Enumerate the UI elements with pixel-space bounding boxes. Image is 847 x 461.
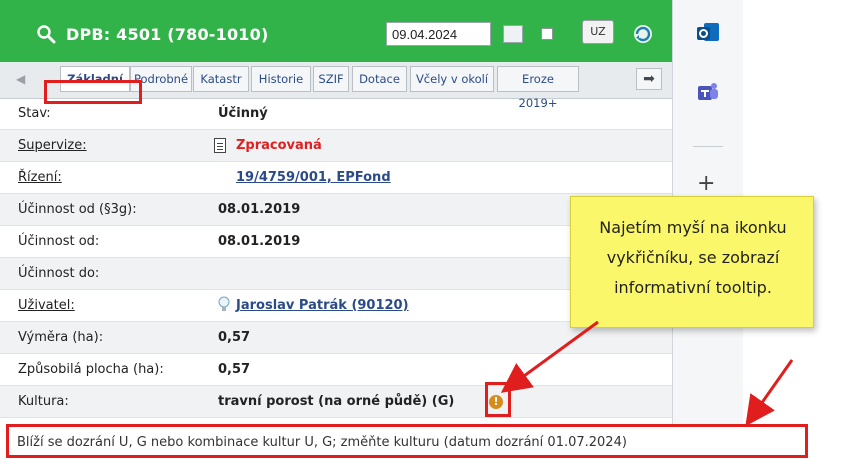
tab-eroze[interactable]: Eroze 2019+ (497, 66, 579, 110)
date-checkbox[interactable] (541, 28, 553, 40)
tab-scroll-left-icon[interactable]: ◀ (16, 72, 25, 86)
callout-text: Najetím myší na ikonku vykřičníku, se zo… (599, 218, 787, 297)
tab-scroll-right-icon[interactable]: ➡ (636, 68, 662, 90)
tooltip-bar: Blíží se dozrání U, G nebo kombinace kul… (6, 424, 808, 458)
ucinnost-3g-label: Účinnost od (§3g): (18, 202, 137, 217)
supervize-label[interactable]: Supervize: (18, 138, 87, 153)
tab-szif[interactable]: SZIF (313, 66, 349, 92)
row-kultura: Kultura: travní porost (na orné půdě) (G… (0, 386, 672, 418)
tooltip-text: Blíží se dozrání U, G nebo kombinace kul… (17, 435, 627, 450)
tab-vcely[interactable]: Včely v okolí (410, 66, 494, 92)
arrow-to-tooltip (745, 359, 794, 427)
row-supervize: Supervize: Zpracovaná (0, 130, 672, 162)
vymera-value: 0,57 (218, 330, 251, 345)
kultura-label: Kultura: (18, 394, 69, 409)
document-icon[interactable] (214, 138, 226, 153)
highlight-warning-box (485, 382, 511, 417)
row-zpusobila: Způsobilá plocha (ha): 0,57 (0, 354, 672, 386)
calendar-icon[interactable] (503, 25, 523, 43)
parcel-title: DPB: 4501 (780-1010) (66, 25, 269, 44)
panel-header: DPB: 4501 (780-1010) UZ (0, 0, 672, 62)
zpusobila-label: Způsobilá plocha (ha): (18, 362, 164, 377)
rail-divider (693, 146, 723, 147)
refresh-icon[interactable] (631, 22, 655, 46)
tab-dotace[interactable]: Dotace (352, 66, 407, 92)
kultura-value: travní porost (na orné půdě) (G) (218, 394, 455, 409)
stav-value: Účinný (218, 106, 268, 121)
ucinnost-do-label: Účinnost do: (18, 266, 100, 281)
rizeni-link[interactable]: 19/4759/001, EPFond (236, 170, 391, 185)
zpusobila-value: 0,57 (218, 362, 251, 377)
outlook-icon[interactable] (695, 20, 721, 46)
ucinnost-od-value: 08.01.2019 (218, 234, 301, 249)
stav-label: Stav: (18, 106, 51, 121)
lightbulb-icon[interactable] (218, 296, 230, 314)
row-stav: Stav: Účinný (0, 98, 672, 130)
uzivatel-link[interactable]: Jaroslav Patrák (90120) (236, 298, 409, 313)
ucinnost-od-label: Účinnost od: (18, 234, 100, 249)
date-field[interactable] (386, 22, 491, 46)
supervize-value: Zpracovaná (236, 138, 322, 153)
uz-button[interactable]: UZ (582, 20, 614, 44)
uzivatel-label[interactable]: Uživatel: (18, 298, 75, 313)
tab-katastr[interactable]: Katastr (193, 66, 249, 92)
annotation-callout: Najetím myší na ikonku vykřičníku, se zo… (570, 196, 814, 328)
ucinnost-3g-value: 08.01.2019 (218, 202, 301, 217)
row-rizeni: Řízení: 19/4759/001, EPFond (0, 162, 672, 194)
plus-icon[interactable]: + (697, 171, 715, 196)
tab-historie[interactable]: Historie (251, 66, 311, 92)
search-icon[interactable] (36, 24, 56, 44)
teams-icon[interactable] (695, 80, 721, 106)
vymera-label: Výměra (ha): (18, 330, 104, 345)
rizeni-label[interactable]: Řízení: (18, 170, 62, 185)
